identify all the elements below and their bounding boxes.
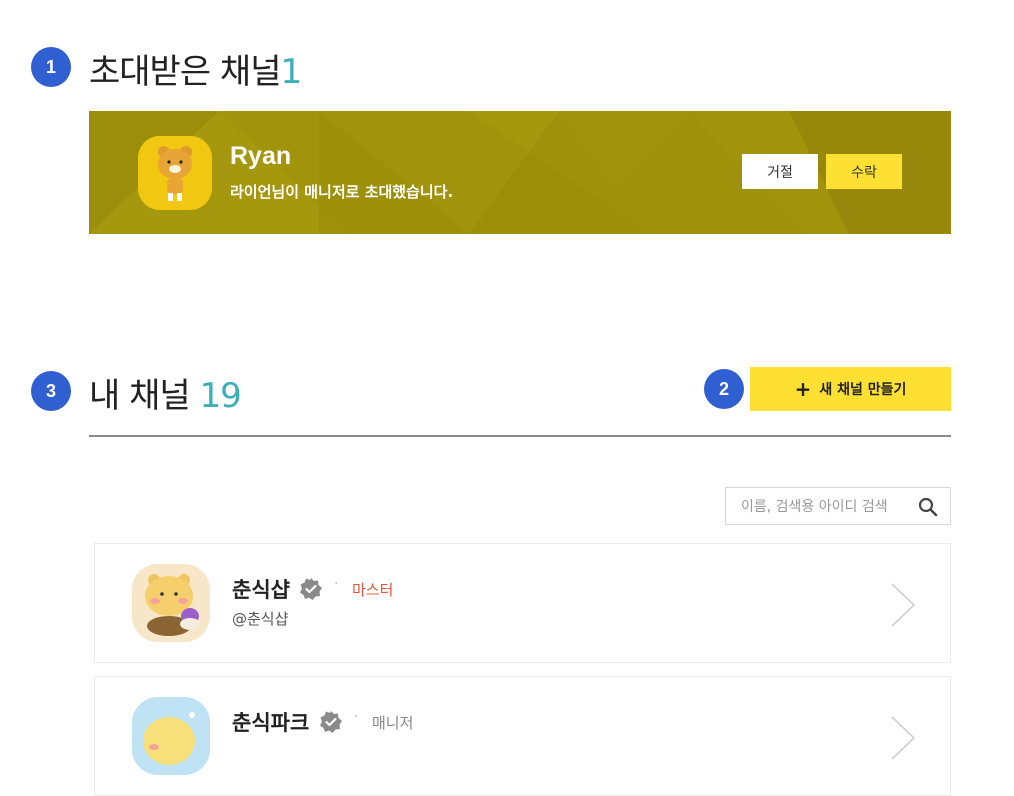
channel-card[interactable]: 춘식파크 · 매니저 (94, 676, 951, 796)
invite-banner: Ryan 라이언님이 매니저로 초대했습니다. 거절 수락 (89, 111, 951, 234)
chevron-right-icon[interactable] (889, 582, 917, 628)
section-divider (89, 435, 951, 437)
invited-count: 1 (280, 52, 303, 92)
invited-section-title: 초대받은 채널1 (89, 44, 303, 93)
invite-channel-name: Ryan (230, 142, 292, 170)
verified-icon (320, 711, 342, 733)
channel-role: 마스터 (352, 581, 394, 599)
my-channels-title: 내 채널 19 (89, 368, 242, 417)
step-badge-2: 2 (704, 369, 744, 409)
my-channels-count: 19 (199, 376, 241, 416)
verified-icon (300, 578, 322, 600)
separator-dot: · (334, 576, 339, 592)
step-badge-3: 3 (31, 371, 71, 411)
banner-pattern (89, 111, 951, 234)
channel-handle: @춘식샵 (232, 610, 289, 628)
accept-button[interactable]: 수락 (826, 154, 902, 189)
channel-search (725, 487, 951, 526)
reject-button[interactable]: 거절 (742, 154, 818, 189)
ryan-avatar (138, 136, 212, 210)
chunsik-character-icon (132, 564, 210, 642)
channel-name: 춘식파크 (232, 711, 310, 735)
step-badge-1: 1 (31, 47, 71, 87)
plus-icon: + (794, 377, 812, 401)
my-channels-title-text: 내 채널 (89, 376, 191, 416)
channel-name: 춘식샵 (232, 578, 290, 602)
invite-message: 라이언님이 매니저로 초대했습니다. (230, 183, 454, 201)
chevron-right-icon[interactable] (889, 715, 917, 761)
invited-title-text: 초대받은 채널 (89, 52, 281, 92)
ryan-character-icon (138, 136, 212, 210)
chunsik-character-icon (132, 697, 210, 775)
channel-role: 매니저 (372, 714, 414, 732)
new-channel-label: 새 채널 만들기 (819, 382, 907, 398)
search-icon[interactable] (918, 497, 938, 517)
new-channel-button[interactable]: + 새 채널 만들기 (750, 367, 951, 411)
search-input[interactable] (739, 488, 913, 526)
separator-dot: · (354, 709, 359, 725)
channel-avatar (132, 697, 210, 775)
channel-card[interactable]: 춘식샵 · 마스터 @춘식샵 (94, 543, 951, 663)
channel-avatar (132, 564, 210, 642)
